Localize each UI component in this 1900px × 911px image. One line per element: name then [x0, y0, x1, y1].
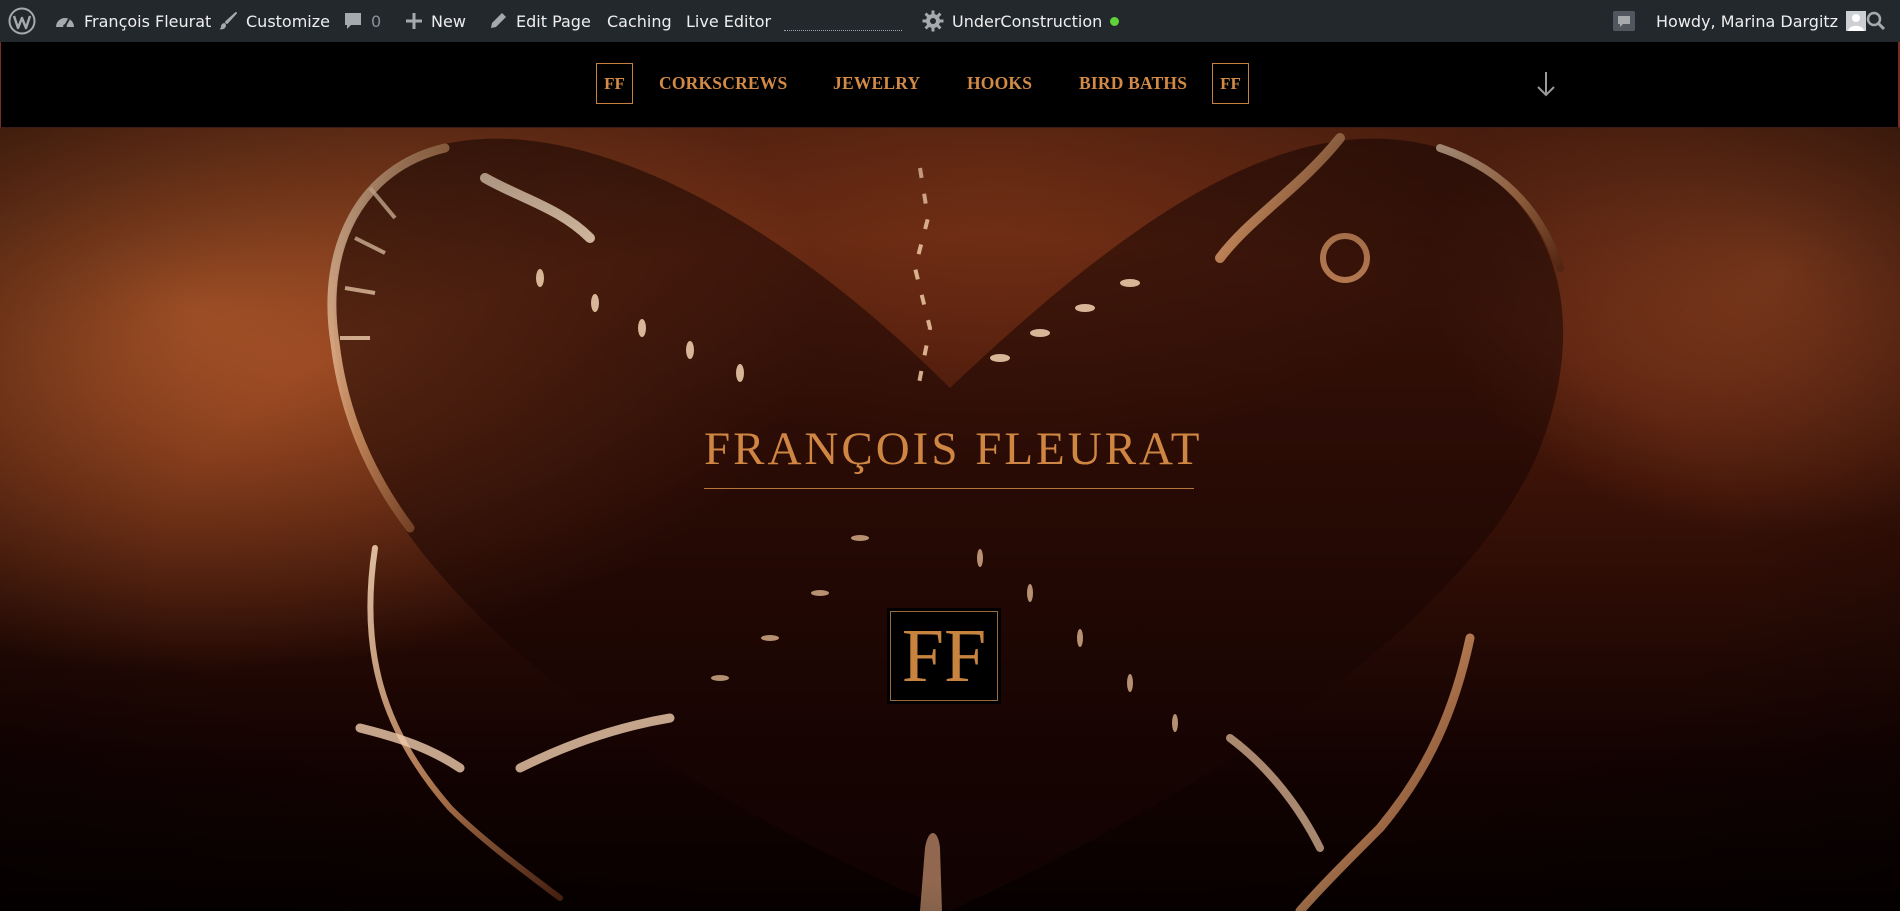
under-construction-label: UnderConstruction	[952, 11, 1103, 31]
site-name: François Fleurat	[84, 11, 212, 31]
plus-icon	[406, 13, 422, 29]
hero-section: FRANÇOIS FLEURAT FF	[0, 128, 1900, 911]
avatar-icon	[1846, 11, 1867, 31]
brush-icon	[219, 12, 237, 30]
customize-label: Customize	[246, 11, 330, 31]
pencil-icon	[491, 13, 506, 28]
caching-label: Caching	[607, 11, 672, 31]
nav-link-jewelry[interactable]: JEWELRY	[833, 73, 920, 94]
status-indicator-dot	[1110, 16, 1120, 26]
edit-page-link[interactable]: Edit Page	[488, 0, 591, 42]
edit-page-label: Edit Page	[516, 11, 591, 31]
arrow-down-icon[interactable]	[1536, 70, 1556, 103]
hero-background-image	[0, 128, 1900, 911]
comment-icon	[345, 13, 361, 29]
caching-menu[interactable]: Caching	[607, 0, 672, 42]
comments-link[interactable]: 0	[343, 0, 381, 42]
nav-logo-right[interactable]: FF	[1212, 63, 1249, 104]
hero-title-divider	[704, 488, 1194, 489]
new-label: New	[431, 11, 466, 31]
notifications-button[interactable]	[1612, 0, 1636, 42]
notification-icon	[1613, 11, 1635, 31]
under-construction-menu[interactable]: UnderConstruction	[922, 0, 1120, 42]
hero-logo: FF	[887, 608, 1001, 704]
gear-icon	[922, 10, 944, 32]
live-editor-link[interactable]: Live Editor	[686, 0, 771, 42]
new-content-menu[interactable]: New	[405, 0, 466, 42]
nav-logo-left[interactable]: FF	[596, 63, 633, 104]
admin-bar-progress-line	[784, 30, 902, 31]
admin-search-button[interactable]	[1866, 0, 1886, 42]
hero-title: FRANÇOIS FLEURAT	[704, 423, 1203, 475]
nav-link-hooks[interactable]: HOOKS	[967, 73, 1032, 94]
account-menu[interactable]: Howdy, Marina Dargitz	[1656, 0, 1867, 42]
wordpress-menu[interactable]	[8, 0, 36, 42]
nav-link-corkscrews[interactable]: CORKSCREWS	[659, 73, 787, 94]
greeting-label: Howdy, Marina Dargitz	[1656, 11, 1839, 31]
wordpress-logo-icon	[8, 7, 36, 35]
live-editor-label: Live Editor	[686, 11, 772, 31]
comments-count: 0	[371, 11, 382, 31]
admin-bar: François Fleurat Customize 0 New Edit Pa…	[0, 0, 1900, 42]
nav-link-bird-baths[interactable]: BIRD BATHS	[1079, 73, 1187, 94]
site-navigation: FF CORKSCREWS JEWELRY HOOKS BIRD BATHS F…	[0, 42, 1900, 128]
site-name-menu[interactable]: François Fleurat	[54, 0, 211, 42]
dashboard-icon	[56, 18, 74, 28]
search-icon	[1866, 11, 1886, 31]
customize-link[interactable]: Customize	[218, 0, 330, 42]
